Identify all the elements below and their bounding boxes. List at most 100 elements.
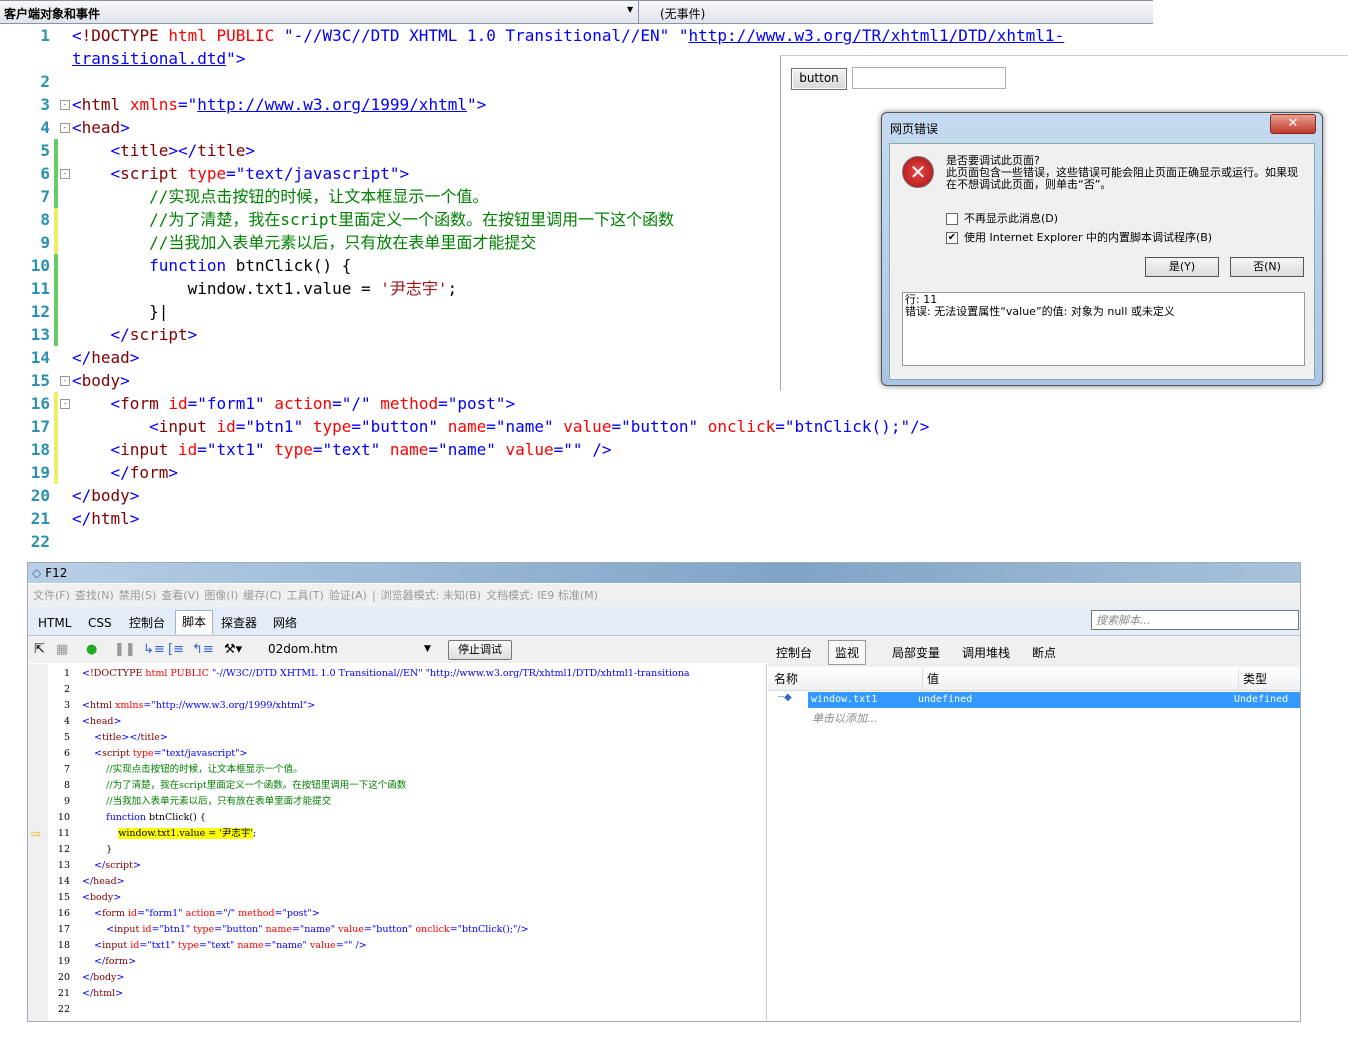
code-text: <title></title> (72, 139, 256, 162)
code-token: > (129, 509, 140, 528)
pause-icon[interactable]: ❚❚ (114, 636, 136, 663)
code-token: ="button" (351, 417, 448, 436)
checkbox-dont-show[interactable]: 不再显示此消息(D) (946, 210, 1058, 226)
script-source-pane[interactable]: 1 <!DOCTYPE html PUBLIC "-//W3C//DTD XHTM… (28, 664, 767, 1021)
code-token: input (120, 440, 178, 459)
chevron-down-icon[interactable]: ▼ (627, 5, 633, 14)
step-into-icon[interactable]: ↳≡ (143, 636, 165, 663)
debug-tab-局部变量[interactable]: 局部变量 (892, 644, 940, 661)
add-watch[interactable]: 单击以添加... (812, 710, 878, 726)
chevron-down-icon[interactable]: ▼ (424, 636, 431, 663)
fold-toggle-icon[interactable]: - (60, 399, 70, 409)
stop-debugging-button[interactable]: 停止调试 (448, 640, 512, 660)
code-token: > (235, 49, 246, 68)
menu-item[interactable]: 工具(T) (287, 589, 324, 602)
debug-tab-调用堆栈[interactable]: 调用堆栈 (962, 644, 1010, 661)
tab-探查器[interactable]: 探查器 (215, 612, 263, 635)
code-token: ="post"> (438, 394, 516, 413)
code-token: script (129, 325, 188, 344)
tab-网络[interactable]: 网络 (267, 612, 303, 635)
menu-item[interactable]: 浏览器模式: 未知(B) (381, 589, 481, 602)
menu-item[interactable]: 文档模式: IE9 标准(M) (486, 589, 598, 602)
code-token: < (94, 748, 103, 759)
tab-HTML[interactable]: HTML (32, 612, 77, 635)
code-token: action (185, 908, 216, 919)
events-select[interactable]: (无事件) (660, 5, 705, 22)
dialog-body: ✕ 是否要调试此页面? 此页面包含一些错误，这些错误可能会阻止页面正确显示或运行… (889, 143, 1315, 380)
debug-tab-监视[interactable]: 监视 (828, 640, 867, 665)
code-token: > (113, 892, 122, 903)
code-token: ></ (168, 141, 198, 160)
code-token: < (82, 668, 90, 679)
menu-item[interactable]: 缓存(C) (243, 589, 281, 602)
code-token: </ (94, 860, 106, 871)
yes-button[interactable]: 是(Y) (1145, 257, 1219, 277)
code-token: http://www.w3.org/1999/xhtml (197, 95, 467, 114)
tab-脚本[interactable]: 脚本 (175, 610, 214, 634)
menu-item[interactable]: 验证(A) (329, 589, 367, 602)
script-file-select[interactable]: 02dom.htm (268, 636, 338, 663)
menu-item[interactable]: 文件(F) (33, 589, 70, 602)
no-button[interactable]: 否(N) (1230, 257, 1304, 277)
code-token: type (193, 924, 215, 935)
code-token: script (120, 164, 188, 183)
menu-item[interactable]: 查找(N) (75, 589, 114, 602)
col-value: 值 (922, 668, 939, 690)
code-text: <html xmlns="http://www.w3.org/1999/xhtm… (82, 698, 315, 714)
change-marker (54, 300, 58, 323)
code-token: script (105, 860, 133, 871)
line-number: 6 (40, 164, 50, 183)
checkbox-box[interactable] (946, 213, 958, 225)
code-text: <input id="txt1" type="text" name="name"… (72, 438, 612, 461)
code-text: </html> (72, 507, 139, 530)
code-text: //实现点击按钮的时候，让文本框显示一个值。 (72, 185, 488, 208)
select-pointer-icon[interactable]: ⇱ (34, 636, 45, 663)
close-button[interactable]: ✕ (1270, 114, 1316, 134)
code-token: > (113, 716, 122, 727)
code-token: }| (72, 302, 169, 321)
fold-toggle-icon[interactable]: - (60, 169, 70, 179)
code-token: //实现点击按钮的时候，让文本框显示一个值。 (149, 187, 489, 206)
step-out-icon[interactable]: ↰≡ (192, 636, 214, 663)
fold-toggle-icon[interactable]: - (60, 376, 70, 386)
script-line: 12 } (28, 842, 766, 858)
menu-item[interactable]: 禁用(S) (119, 589, 157, 602)
code-token: transitional.dtd (72, 49, 227, 68)
preview-button[interactable]: button (791, 68, 847, 90)
code-text: <title></title> (82, 730, 168, 746)
checkbox-use-debugger[interactable]: ✔ 使用 Internet Explorer 中的内置脚本调试程序(B) (946, 229, 1212, 245)
code-token: > (129, 486, 140, 505)
search-script-input[interactable]: 搜索脚本... (1091, 610, 1299, 630)
code-token: function (106, 812, 149, 823)
menu-item[interactable]: 查看(V) (161, 589, 199, 602)
step-over-icon[interactable]: [≡ (168, 636, 184, 663)
checkmark-icon[interactable]: ✔ (946, 232, 958, 244)
fold-toggle-icon[interactable]: - (60, 123, 70, 133)
tab-CSS[interactable]: CSS (82, 612, 118, 635)
code-token: ="txt1" (139, 940, 179, 951)
script-line: 9 //当我加入表单元素以后，只有放在表单里面才能提交 (28, 794, 766, 810)
preview-textbox[interactable] (852, 67, 1006, 89)
debug-tab-断点[interactable]: 断点 (1032, 644, 1056, 661)
continue-icon[interactable]: ● (86, 636, 97, 663)
checkbox-label: 使用 Internet Explorer 中的内置脚本调试程序(B) (964, 231, 1213, 244)
tab-控制台[interactable]: 控制台 (123, 612, 171, 635)
menu-item[interactable]: 图像(I) (204, 589, 238, 602)
client-objects-select[interactable]: 客户端对象和事件 (4, 5, 100, 22)
code-token: function (149, 256, 236, 275)
fold-toggle-icon[interactable]: - (60, 100, 70, 110)
script-line: 16 <form id="form1" action="/" method="p… (28, 906, 766, 922)
code-token: method (238, 908, 275, 919)
watch-value: undefined (918, 694, 973, 705)
code-token: type (132, 748, 154, 759)
code-token: !DOCTYPE (89, 668, 146, 679)
code-text: <input id="txt1" type="text" name="name"… (82, 938, 367, 954)
watch-row[interactable]: window.txt1 undefined Undefined (808, 692, 1300, 708)
tools-icon[interactable]: ⚒▾ (224, 636, 242, 663)
code-token: </ (82, 988, 94, 999)
break-all-icon[interactable]: ▦ (56, 636, 68, 663)
debug-tab-控制台[interactable]: 控制台 (776, 644, 812, 661)
code-token: id (127, 908, 137, 919)
